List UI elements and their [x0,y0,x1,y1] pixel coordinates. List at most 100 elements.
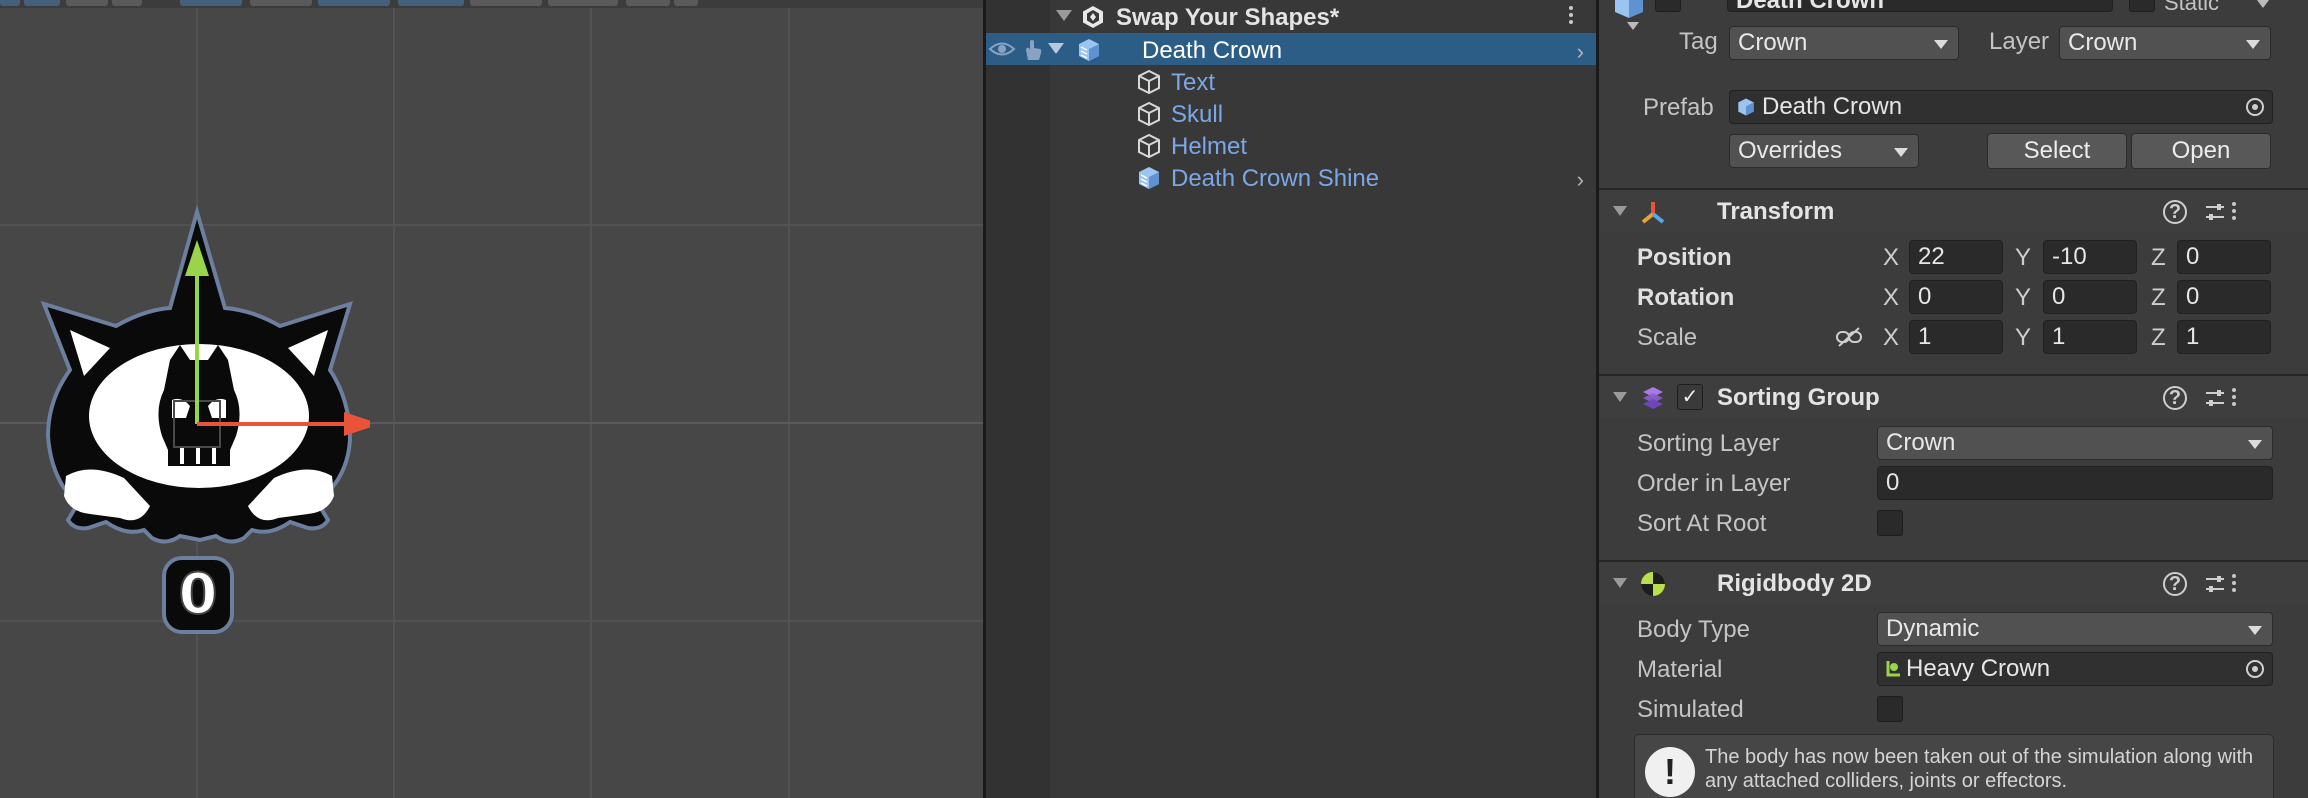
scale-x-field[interactable]: 1 [1909,320,2003,354]
axis-y-label[interactable]: Y [2015,324,2031,352]
axis-x-label[interactable]: X [1883,324,1899,352]
rigidbody2d-header[interactable]: Rigidbody 2D ? [1599,560,2308,604]
active-toggle[interactable] [1655,0,1681,12]
hierarchy-item-text[interactable]: Text [986,65,1596,97]
open-button[interactable]: Open [2131,133,2271,169]
chevron-right-icon[interactable]: › [1577,167,1584,193]
scale-y-field[interactable]: 1 [2043,320,2137,354]
object-picker-icon[interactable] [2244,96,2266,118]
toolbar-button[interactable] [112,0,142,6]
prefab-value: Death Crown [1762,93,1903,120]
eye-icon[interactable] [988,38,1016,60]
hierarchy-item-death-crown-shine[interactable]: Death Crown Shine › [986,161,1596,193]
tag-dropdown[interactable]: Crown [1729,26,1959,60]
axis-z-label[interactable]: Z [2151,244,2166,272]
sorting-group-enabled-checkbox[interactable]: ✓ [1677,384,1703,410]
chevron-down-icon[interactable] [1613,206,1627,216]
order-in-layer-field[interactable]: 0 [1877,466,2273,500]
rotation-z-field[interactable]: 0 [2177,280,2271,314]
rotation-y-field[interactable]: 0 [2043,280,2137,314]
toolbar-button[interactable] [398,0,464,6]
hierarchy-item-label: Death Crown [1142,37,1283,64]
chevron-down-icon[interactable] [1048,43,1064,54]
presets-sliders-icon[interactable] [2203,200,2227,224]
chevron-down-icon[interactable] [1613,578,1627,588]
kebab-menu-icon[interactable] [2231,386,2237,410]
sort-at-root-checkbox[interactable] [1877,510,1903,536]
kebab-menu-icon[interactable] [1568,4,1574,28]
material-field[interactable]: Heavy Crown [1877,652,2273,686]
toolbar-button[interactable] [470,0,542,6]
axis-y-label[interactable]: Y [2015,284,2031,312]
kebab-menu-icon[interactable] [2231,572,2237,596]
help-icon[interactable]: ? [2163,386,2187,410]
object-name-field[interactable]: Death Crown [1727,0,2113,12]
axis-x-label[interactable]: X [1883,244,1899,272]
toolbar-button[interactable] [318,0,390,6]
help-icon[interactable]: ? [2163,572,2187,596]
presets-sliders-icon[interactable] [2203,572,2227,596]
position-y-field[interactable]: -10 [2043,240,2137,274]
presets-sliders-icon[interactable] [2203,386,2227,410]
simulated-checkbox[interactable] [1877,696,1903,722]
grid-line [393,8,395,798]
chevron-down-icon[interactable] [1056,10,1072,21]
pick-hand-icon[interactable] [1022,38,1044,62]
hierarchy-scene-row[interactable]: Swap Your Shapes* [986,0,1596,32]
chevron-down-icon [1934,40,1948,49]
hierarchy-item-skull[interactable]: Skull [986,97,1596,129]
prefab-cube-icon [1738,98,1754,116]
hierarchy-item-label: Skull [1171,101,1224,128]
hierarchy-item-helmet[interactable]: Helmet [986,129,1596,161]
toolbar-button[interactable] [548,0,618,6]
rotation-label: Rotation [1637,284,1735,311]
axis-y-label[interactable]: Y [2015,244,2031,272]
toolbar-button[interactable] [24,0,60,6]
select-button[interactable]: Select [1987,133,2127,169]
toolbar-button[interactable] [250,0,312,6]
overrides-dropdown[interactable]: Overrides [1729,134,1919,168]
hierarchy-item-label: Text [1171,69,1216,96]
layer-dropdown[interactable]: Crown [2059,26,2271,60]
axis-z-label[interactable]: Z [2151,284,2166,312]
chevron-down-icon[interactable] [2257,0,2269,8]
transform-header[interactable]: Transform ? [1599,188,2308,232]
toolbar-button[interactable] [0,0,20,6]
tag-value: Crown [1738,29,1808,56]
axis-z-label[interactable]: Z [2151,324,2166,352]
object-picker-icon[interactable] [2244,658,2266,680]
help-box: ! The body has now been taken out of the… [1634,734,2274,798]
chevron-down-icon [2246,40,2260,49]
gameobject-cube-icon [1138,101,1160,127]
prefab-asset-field[interactable]: Death Crown [1729,90,2273,124]
body-type-label: Body Type [1637,616,1750,643]
chevron-down-icon [2248,626,2262,635]
position-x-field[interactable]: 22 [1909,240,2003,274]
chevron-right-icon[interactable]: › [1577,39,1584,65]
static-checkbox[interactable] [2129,0,2155,12]
help-icon[interactable]: ? [2163,200,2187,224]
position-z-field[interactable]: 0 [2177,240,2271,274]
sorting-group-header[interactable]: ✓ Sorting Group ? [1599,374,2308,418]
hierarchy-item-death-crown[interactable]: Death Crown › [986,33,1596,65]
scale-z-field[interactable]: 1 [2177,320,2271,354]
crown-counter-text: 0 [178,561,219,628]
warning-exclamation-icon: ! [1645,747,1695,797]
constrain-proportions-icon[interactable] [1835,326,1863,348]
sorting-group-icon [1643,387,1663,409]
kebab-menu-icon[interactable] [2231,200,2237,224]
scene-view[interactable]: 0 [0,0,983,798]
hierarchy-panel: Swap Your Shapes* Death Crown › Text Sku… [986,0,1596,798]
simulated-label: Simulated [1637,696,1744,723]
body-type-dropdown[interactable]: Dynamic [1877,612,2273,646]
toolbar-button[interactable] [66,0,108,6]
toolbar-button[interactable] [674,0,698,6]
chevron-down-icon[interactable] [1627,22,1639,30]
chevron-down-icon[interactable] [1613,392,1627,402]
toolbar-button[interactable] [626,0,670,6]
axis-x-label[interactable]: X [1883,284,1899,312]
rotation-x-field[interactable]: 0 [1909,280,2003,314]
sorting-layer-dropdown[interactable]: Crown [1877,426,2273,460]
grid-line [788,8,790,798]
toolbar-button[interactable] [180,0,242,6]
